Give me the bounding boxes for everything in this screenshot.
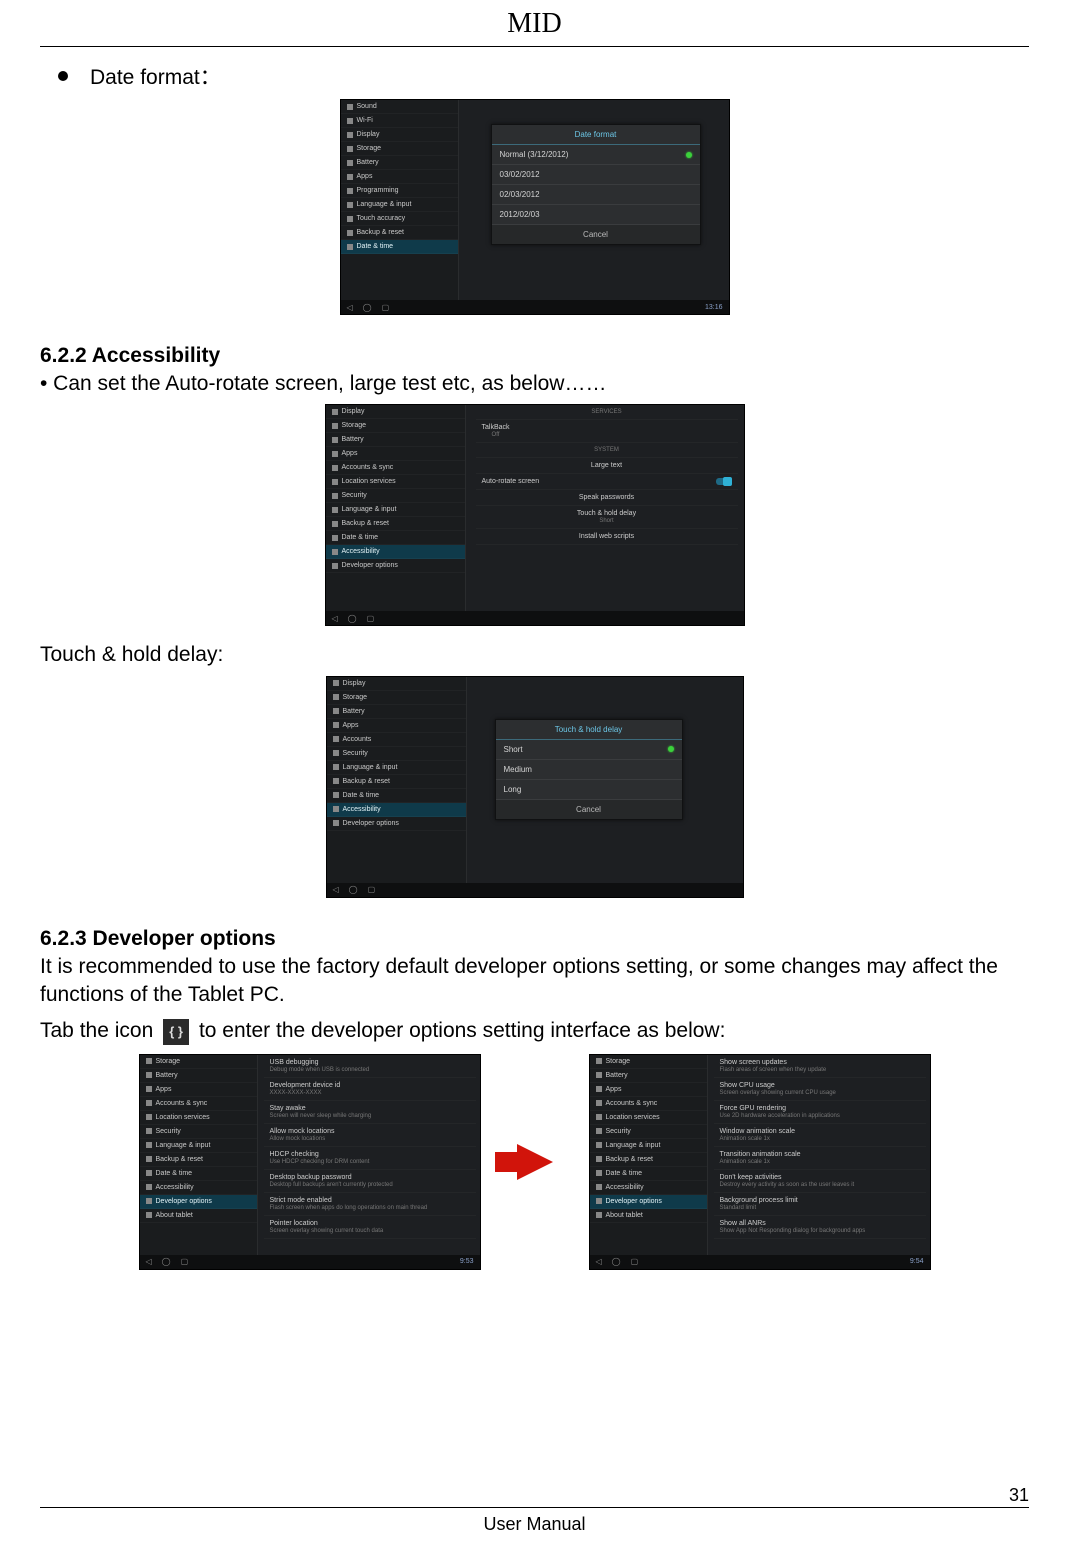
list-item[interactable]: Large text — [476, 458, 738, 474]
bullet-label: Date format： — [90, 61, 221, 91]
list-item[interactable]: Touch & hold delayShort — [476, 506, 738, 529]
bullet-dot-icon — [58, 71, 68, 81]
page-number: 31 — [1009, 1485, 1029, 1506]
dialog-option[interactable]: 02/03/2012 — [492, 185, 700, 205]
developer-options-icon: { } — [163, 1019, 189, 1045]
screenshot-dev-left: Storage Battery Apps Accounts & sync Loc… — [139, 1054, 481, 1270]
dialog-option[interactable]: 2012/02/03 — [492, 205, 700, 225]
dialog-title: Touch & hold delay — [496, 720, 682, 740]
section-622-title: 6.2.2 Accessibility — [40, 344, 1029, 368]
header-title: MID — [507, 8, 561, 39]
page-content: Date format： Sound Wi-Fi Display Storage… — [40, 47, 1029, 1270]
section-623-text1: It is recommended to use the factory def… — [40, 953, 1029, 1010]
screenshot-date-format: Sound Wi-Fi Display Storage Battery Apps… — [340, 99, 730, 315]
nav-icons: ◁◯▢ — [347, 303, 390, 312]
list-item[interactable]: Speak passwords — [476, 490, 738, 506]
dialog-cancel-button[interactable]: Cancel — [496, 800, 682, 819]
section-623-title: 6.2.3 Developer options — [40, 927, 1029, 951]
list-item[interactable]: Auto-rotate screen — [476, 474, 738, 490]
page-footer: 31 User Manual — [40, 1507, 1029, 1535]
dev-options-pair: Storage Battery Apps Accounts & sync Loc… — [40, 1054, 1029, 1270]
dialog-option[interactable]: Short — [496, 740, 682, 760]
dialog-option[interactable]: Normal (3/12/2012) — [492, 145, 700, 165]
screenshot-accessibility: Display Storage Battery Apps Accounts & … — [325, 404, 745, 626]
list-item[interactable]: Install web scripts — [476, 529, 738, 545]
dialog-option[interactable]: Long — [496, 780, 682, 800]
page-header: MID — [40, 0, 1029, 47]
toggle-icon[interactable] — [716, 478, 732, 485]
dialog-option[interactable]: Medium — [496, 760, 682, 780]
dialog-option[interactable]: 03/02/2012 — [492, 165, 700, 185]
bullet-date-format: Date format： — [40, 61, 1029, 91]
status-time: 13:16 — [705, 304, 723, 311]
dialog-cancel-button[interactable]: Cancel — [492, 225, 700, 244]
arrow-right-icon — [517, 1144, 553, 1180]
section-623-text2: Tab the icon { } to enter the developer … — [40, 1017, 1029, 1045]
section-622-text: • Can set the Auto-rotate screen, large … — [40, 370, 1029, 398]
footer-label: User Manual — [483, 1514, 585, 1535]
touch-hold-label: Touch & hold delay: — [40, 641, 1029, 669]
screenshot-dev-right: Storage Battery Apps Accounts & sync Loc… — [589, 1054, 931, 1270]
screenshot-touch-hold: Display Storage Battery Apps Accounts Se… — [326, 676, 744, 898]
dialog-title: Date format — [492, 125, 700, 145]
